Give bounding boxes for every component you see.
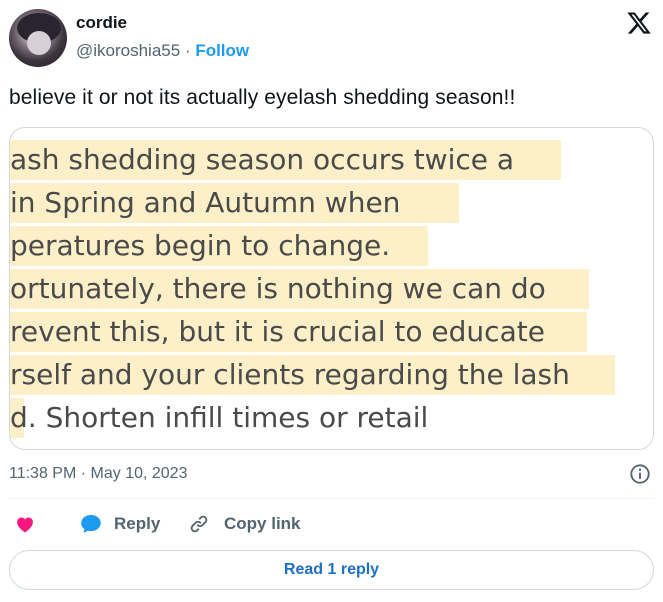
media-text-line-end: d. Shorten infill times or retail (10, 401, 429, 434)
media-text-line: ash shedding season occurs twice a (10, 140, 561, 180)
avatar[interactable] (9, 9, 67, 67)
heart-icon (17, 517, 33, 533)
media-text-line: in Spring and Autumn when (10, 183, 459, 223)
timestamp[interactable]: 11:38 PM · May 10, 2023 (9, 465, 187, 483)
media-text-line: d. Shorten infill times or retail (10, 398, 470, 438)
x-logo-icon[interactable] (625, 10, 653, 36)
like-button[interactable] (14, 513, 36, 535)
tweet-text: believe it or not its actually eyelash s… (9, 86, 516, 109)
handle[interactable]: @ikoroshia55 (76, 41, 180, 60)
media-image[interactable]: ash shedding season occurs twice a in Sp… (9, 127, 654, 450)
info-icon[interactable] (629, 463, 651, 485)
handle-row: @ikoroshia55 · Follow (76, 41, 249, 61)
display-name[interactable]: cordie (76, 13, 127, 33)
copy-link-button[interactable]: Copy link (188, 513, 301, 535)
link-icon (190, 515, 208, 533)
follow-button[interactable]: Follow (195, 41, 249, 60)
divider (9, 498, 654, 499)
read-replies-button[interactable]: Read 1 reply (9, 550, 654, 590)
handle-separator: · (180, 41, 196, 60)
media-text-line: ortunately, there is nothing we can do (10, 269, 589, 309)
reply-label: Reply (114, 514, 161, 533)
reply-button[interactable]: Reply (79, 513, 160, 535)
reply-bubble-icon (81, 515, 101, 533)
copy-link-label: Copy link (224, 514, 301, 533)
media-text-line: rself and your clients regarding the las… (10, 355, 615, 395)
media-text-line: revent this, but it is crucial to educat… (10, 312, 587, 352)
media-text-line: peratures begin to change. (10, 226, 428, 266)
